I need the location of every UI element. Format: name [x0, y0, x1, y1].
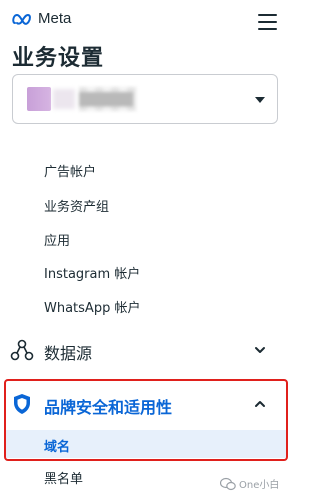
- sidebar-item-apps[interactable]: 应用: [44, 230, 70, 249]
- shield-icon: [14, 394, 30, 414]
- business-account-dropdown[interactable]: ▇▇▇▇▇: [12, 74, 278, 124]
- section-label-brand-safety: 品牌安全和适用性: [44, 398, 173, 417]
- sidebar-item-ad-accounts[interactable]: 广告帐户: [44, 161, 96, 180]
- sidebar-item-business-asset-groups[interactable]: 业务资产组: [44, 196, 109, 215]
- sidebar-section-data-sources[interactable]: 数据源: [0, 332, 290, 368]
- meta-wordmark: Meta: [38, 10, 72, 27]
- account-name: ▇▇▇▇▇: [79, 87, 137, 111]
- sidebar-item-whatsapp-accounts[interactable]: WhatsApp 帐户: [44, 297, 140, 316]
- sidebar-item-label-domains: 域名: [44, 440, 71, 455]
- watermark: One小白: [220, 476, 279, 491]
- chevron-up-icon: [255, 401, 265, 407]
- section-label-data-sources: 数据源: [44, 344, 93, 363]
- sidebar-item-block-lists[interactable]: 黑名单: [44, 468, 83, 487]
- chevron-down-icon: [255, 347, 265, 353]
- account-avatar: [27, 87, 51, 111]
- caret-down-icon: [255, 97, 265, 103]
- account-avatar-blur: [53, 89, 75, 109]
- meta-logo[interactable]: Meta: [12, 10, 71, 27]
- network-icon: [10, 339, 34, 361]
- sidebar-item-domains[interactable]: 域名: [6, 430, 286, 458]
- meta-infinity-icon: [12, 13, 31, 25]
- sidebar-section-brand-safety[interactable]: 品牌安全和适用性: [0, 386, 290, 422]
- hamburger-icon[interactable]: [258, 13, 277, 31]
- page-title: 业务设置: [12, 46, 105, 71]
- watermark-text: One小白: [239, 480, 280, 491]
- sidebar-item-instagram-accounts[interactable]: Instagram 帐户: [44, 263, 140, 282]
- wechat-icon: [220, 477, 236, 490]
